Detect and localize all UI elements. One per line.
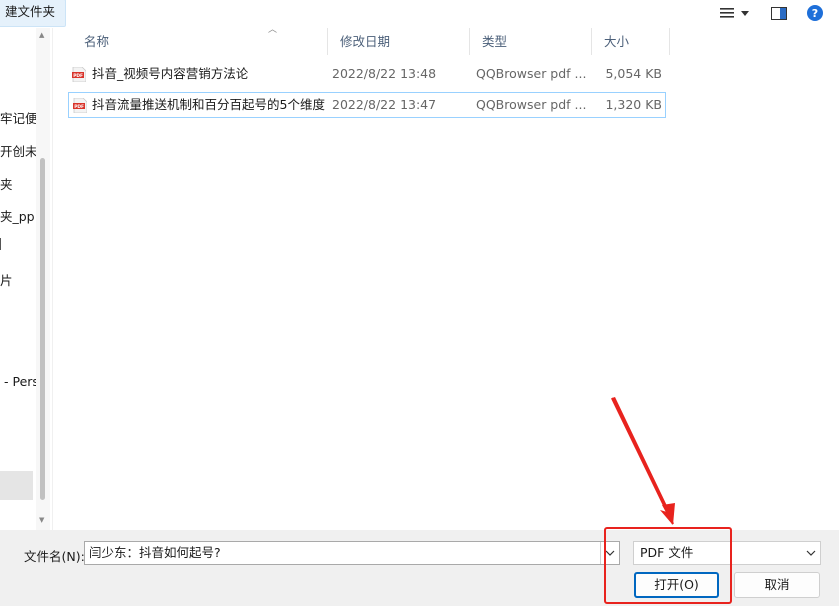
column-header-size[interactable]: 大小: [592, 28, 670, 55]
view-options-chevron-icon[interactable]: [738, 3, 752, 23]
scroll-up-icon[interactable]: ▲: [39, 31, 44, 39]
nav-item-partial[interactable]: [0, 238, 5, 250]
file-size: 1,320 KB: [605, 97, 662, 112]
nav-item[interactable]: 片: [0, 270, 13, 289]
view-list-icon[interactable]: [716, 3, 738, 23]
filename-label: 文件名(N):: [24, 549, 85, 564]
scrollbar-thumb[interactable]: [40, 158, 45, 500]
help-icon[interactable]: ?: [804, 3, 826, 23]
nav-item[interactable]: 夹: [0, 174, 13, 193]
svg-text:PDF: PDF: [73, 73, 83, 79]
column-headers: ︿ 名称 修改日期 类型 大小: [72, 25, 672, 55]
nav-item[interactable]: 开创未: [0, 141, 38, 160]
file-type: QQBrowser pdf ...: [476, 97, 587, 112]
nav-item[interactable]: 夹_pp: [0, 206, 35, 225]
chevron-down-icon[interactable]: [806, 542, 816, 564]
column-header-type[interactable]: 类型: [470, 28, 592, 55]
nav-scrollbar[interactable]: ▲ ▼: [36, 28, 50, 530]
pdf-file-icon: PDF: [73, 98, 87, 113]
preview-pane-icon[interactable]: [768, 3, 790, 23]
file-size: 5,054 KB: [605, 66, 662, 81]
navigation-pane: 牢记便 开创未 夹 夹_pp 片 - Pers ▲ ▼: [0, 28, 53, 530]
pdf-file-icon: PDF: [72, 67, 86, 82]
file-type: QQBrowser pdf ...: [476, 66, 587, 81]
filename-value: 闫少东：抖音如何起号?: [89, 545, 221, 560]
column-header-date[interactable]: 修改日期: [328, 28, 470, 55]
svg-text:PDF: PDF: [74, 104, 84, 110]
column-header-name[interactable]: 名称: [72, 28, 328, 55]
cancel-button[interactable]: 取消: [734, 572, 820, 598]
filename-input[interactable]: 闫少东：抖音如何起号?: [84, 541, 620, 565]
scroll-down-icon[interactable]: ▼: [39, 516, 44, 524]
file-row-selected[interactable]: PDF 抖音流量推送机制和百分百起号的5个维度 2022/8/22 13:47 …: [68, 92, 666, 118]
file-date: 2022/8/22 13:48: [332, 66, 437, 81]
nav-item-selected[interactable]: [0, 471, 33, 500]
file-row[interactable]: PDF 抖音_视频号内容营销方法论 2022/8/22 13:48 QQBrow…: [68, 62, 666, 88]
file-name: 抖音_视频号内容营销方法论: [92, 66, 249, 81]
nav-item[interactable]: 牢记便: [0, 108, 38, 127]
file-name: 抖音流量推送机制和百分百起号的5个维度: [92, 97, 325, 112]
toolbar: 建文件夹 ?: [0, 0, 839, 28]
nav-item[interactable]: - Pers: [4, 374, 39, 389]
file-date: 2022/8/22 13:47: [332, 97, 437, 112]
new-folder-button[interactable]: 建文件夹: [0, 0, 67, 27]
annotation-arrow: [611, 397, 675, 525]
annotation-highlight-box: [604, 527, 732, 604]
